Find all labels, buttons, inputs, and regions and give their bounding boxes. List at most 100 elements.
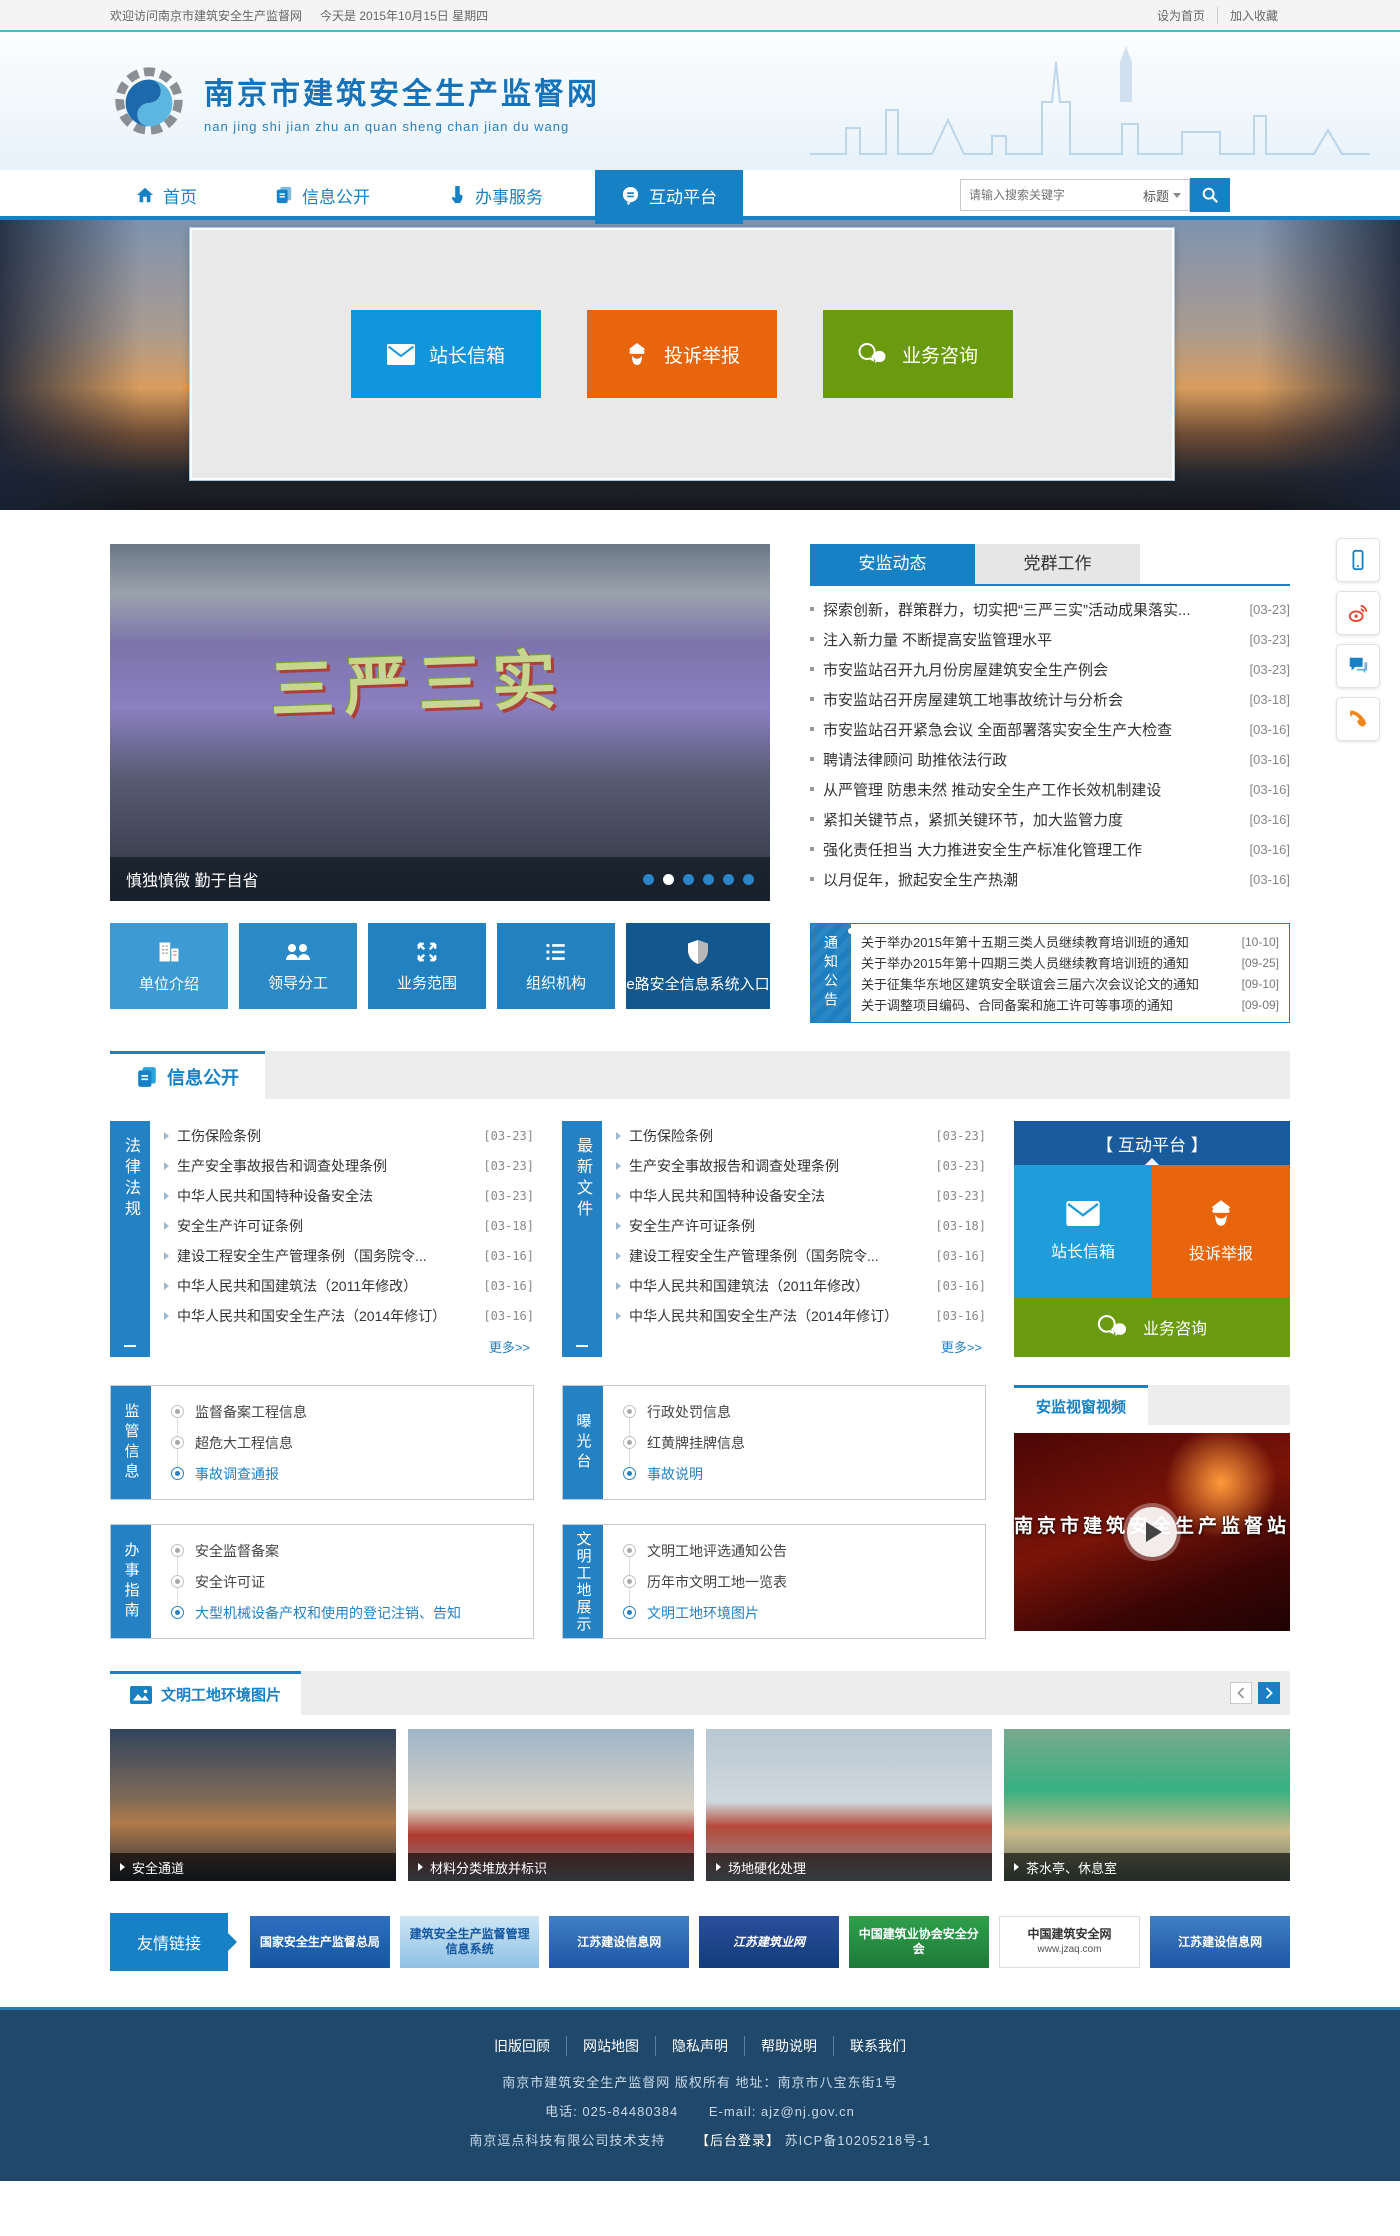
latest-title[interactable]: 生产安全事故报告和调查处理条例 [629,1156,927,1176]
gallery-photo[interactable]: 茶水亭、休息室 [1004,1729,1290,1881]
box-item-label[interactable]: 文明工地环境图片 [647,1603,759,1623]
news-item[interactable]: 注入新力量 不断提高安监管理水平[03-23] [810,624,1290,654]
latest-title[interactable]: 安全生产许可证条例 [629,1216,927,1236]
box-item[interactable]: 历年市文明工地一览表 [623,1566,971,1597]
tile-esafety-system-entry[interactable]: e路安全信息系统入口 [626,923,770,1009]
news-item[interactable]: 市安监站召开房屋建筑工地事故统计与分析会[03-18] [810,684,1290,714]
law-item[interactable]: 中华人民共和国建筑法（2011年修改）[03-16] [164,1271,534,1301]
notice-item[interactable]: 关于征集华东地区建筑安全联谊会三届六次会议论文的通知[09-10] [861,973,1279,994]
footer-link-privacy[interactable]: 隐私声明 [656,2036,745,2056]
latest-item[interactable]: 中华人民共和国特种设备安全法[03-23] [616,1181,986,1211]
notice-item[interactable]: 关于调整项目编码、合同备案和施工许可等事项的通知[09-09] [861,994,1279,1015]
news-item[interactable]: 市安监站召开紧急会议 全面部署落实安全生产大检查[03-16] [810,714,1290,744]
latest-title[interactable]: 中华人民共和国建筑法（2011年修改） [629,1276,927,1296]
news-item[interactable]: 从严管理 防患未然 推动安全生产工作长效机制建设[03-16] [810,774,1290,804]
notice-title[interactable]: 关于调整项目编码、合同备案和施工许可等事项的通知 [861,995,1234,1014]
box-item-highlighted[interactable]: 大型机械设备产权和使用的登记注销、告知 [171,1597,519,1628]
notice-title[interactable]: 关于举办2015年第十五期三类人员继续教育培训班的通知 [861,932,1234,951]
box-item[interactable]: 监督备案工程信息 [171,1396,519,1427]
box-item[interactable]: 安全许可证 [171,1566,519,1597]
law-title[interactable]: 生产安全事故报告和调查处理条例 [177,1156,475,1176]
photo-slider[interactable]: 三严三实 慎独慎微 勤于自省 [110,544,770,901]
law-title[interactable]: 工伤保险条例 [177,1126,475,1146]
video-thumbnail[interactable]: 南京市建筑安全生产监督站 [1014,1433,1290,1631]
box-item-label[interactable]: 监督备案工程信息 [195,1402,307,1422]
box-item-label[interactable]: 事故说明 [647,1464,703,1484]
nav-item-info[interactable]: 信息公开 [249,170,396,220]
box-item[interactable]: 超危大工程信息 [171,1427,519,1458]
admin-login-link[interactable]: 【后台登录】 [696,2133,780,2148]
latest-item[interactable]: 中华人民共和国安全生产法（2014年修订）[03-16] [616,1301,986,1331]
weibo-button[interactable] [1336,591,1380,635]
play-icon[interactable] [1127,1507,1177,1557]
box-item-label[interactable]: 历年市文明工地一览表 [647,1572,787,1592]
latest-item[interactable]: 中华人民共和国建筑法（2011年修改）[03-16] [616,1271,986,1301]
notice-item[interactable]: 关于举办2015年第十四期三类人员继续教育培训班的通知[09-25] [861,952,1279,973]
latest-item[interactable]: 建设工程安全生产管理条例（国务院令...[03-16] [616,1241,986,1271]
news-item[interactable]: 探索创新，群策群力，切实把“三严三实”活动成果落实...[03-23] [810,594,1290,624]
news-title[interactable]: 强化责任担当 大力推进安全生产标准化管理工作 [823,839,1240,860]
nav-item-home[interactable]: 首页 [110,170,223,220]
latest-item[interactable]: 生产安全事故报告和调查处理条例[03-23] [616,1151,986,1181]
box-item-highlighted[interactable]: 事故调查通报 [171,1458,519,1489]
phone-contact-button[interactable] [1336,697,1380,741]
collapse-minus-icon[interactable] [124,1345,136,1347]
tab-gallery[interactable]: 文明工地环境图片 [110,1671,301,1715]
set-home-link[interactable]: 设为首页 [1145,7,1218,24]
notice-title[interactable]: 关于举办2015年第十四期三类人员继续教育培训班的通知 [861,953,1234,972]
news-title[interactable]: 以月促年，掀起安全生产热潮 [823,869,1240,890]
law-item[interactable]: 建设工程安全生产管理条例（国务院令...[03-16] [164,1241,534,1271]
gallery-photo[interactable]: 场地硬化处理 [706,1729,992,1881]
link-china-construction-safety-net[interactable]: 中国建筑安全网www.jzaq.com [999,1916,1141,1968]
slider-dot[interactable] [683,874,694,885]
link-construction-safety-system[interactable]: 建筑安全生产监督管理信息系统 [400,1916,540,1968]
gallery-photo[interactable]: 材料分类堆放并标识 [408,1729,694,1881]
link-china-construction-association[interactable]: 中国建筑业协会安全分会 [849,1916,989,1968]
webmaster-mailbox-button[interactable]: 站长信箱 [351,310,541,398]
complaint-report-tile[interactable]: 投诉举报 [1152,1165,1290,1297]
latest-more-link[interactable]: 更多>> [616,1337,986,1356]
business-consult-button[interactable]: 业务咨询 [823,310,1013,398]
law-title[interactable]: 安全生产许可证条例 [177,1216,475,1236]
notice-item[interactable]: 关于举办2015年第十五期三类人员继续教育培训班的通知[10-10] [861,931,1279,952]
slider-dot[interactable] [643,874,654,885]
slider-dot-active[interactable] [663,874,674,885]
news-title[interactable]: 聘请法律顾问 助推依法行政 [823,749,1240,770]
footer-link-old-version[interactable]: 旧版回顾 [478,2036,567,2056]
nav-item-service[interactable]: 办事服务 [422,170,569,220]
webmaster-mailbox-tile[interactable]: 站长信箱 [1014,1165,1152,1297]
add-favorite-link[interactable]: 加入收藏 [1218,7,1290,24]
search-category-select[interactable]: 标题 [1137,186,1181,205]
nav-item-interact[interactable]: 互动平台 [595,170,743,224]
tab-party-work[interactable]: 党群工作 [975,544,1140,584]
box-item-label[interactable]: 安全监督备案 [195,1541,279,1561]
search-button[interactable] [1190,178,1230,212]
law-title[interactable]: 中华人民共和国安全生产法（2014年修订） [177,1306,475,1326]
latest-title[interactable]: 中华人民共和国特种设备安全法 [629,1186,927,1206]
link-jiangsu-construction-info[interactable]: 江苏建设信息网 [549,1916,689,1968]
latest-title[interactable]: 中华人民共和国安全生产法（2014年修订） [629,1306,927,1326]
box-item[interactable]: 文明工地评选通知公告 [623,1535,971,1566]
tile-business-scope[interactable]: 业务范围 [368,923,486,1009]
box-item-label[interactable]: 红黄牌挂牌信息 [647,1433,745,1453]
slider-dot[interactable] [723,874,734,885]
latest-item[interactable]: 工伤保险条例[03-23] [616,1121,986,1151]
box-item-highlighted[interactable]: 文明工地环境图片 [623,1597,971,1628]
slider-dot[interactable] [703,874,714,885]
box-item-label[interactable]: 行政处罚信息 [647,1402,731,1422]
news-item[interactable]: 市安监站召开九月份房屋建筑安全生产例会[03-23] [810,654,1290,684]
gallery-photo[interactable]: 安全通道 [110,1729,396,1881]
mobile-version-button[interactable] [1336,538,1380,582]
box-item-label[interactable]: 安全许可证 [195,1572,265,1592]
news-title[interactable]: 从严管理 防患未然 推动安全生产工作长效机制建设 [823,779,1240,800]
latest-title[interactable]: 建设工程安全生产管理条例（国务院令... [629,1246,927,1266]
notice-title[interactable]: 关于征集华东地区建筑安全联谊会三届六次会议论文的通知 [861,974,1234,993]
slider-dot[interactable] [743,874,754,885]
next-arrow-icon[interactable] [1258,1682,1280,1704]
link-jiangsu-construction-industry[interactable]: 江苏建筑业网 [699,1916,839,1968]
box-item[interactable]: 安全监督备案 [171,1535,519,1566]
prev-arrow-icon[interactable] [1230,1682,1252,1704]
collapse-minus-icon[interactable] [576,1345,588,1347]
law-title[interactable]: 建设工程安全生产管理条例（国务院令... [177,1246,475,1266]
footer-link-sitemap[interactable]: 网站地图 [567,2036,656,2056]
